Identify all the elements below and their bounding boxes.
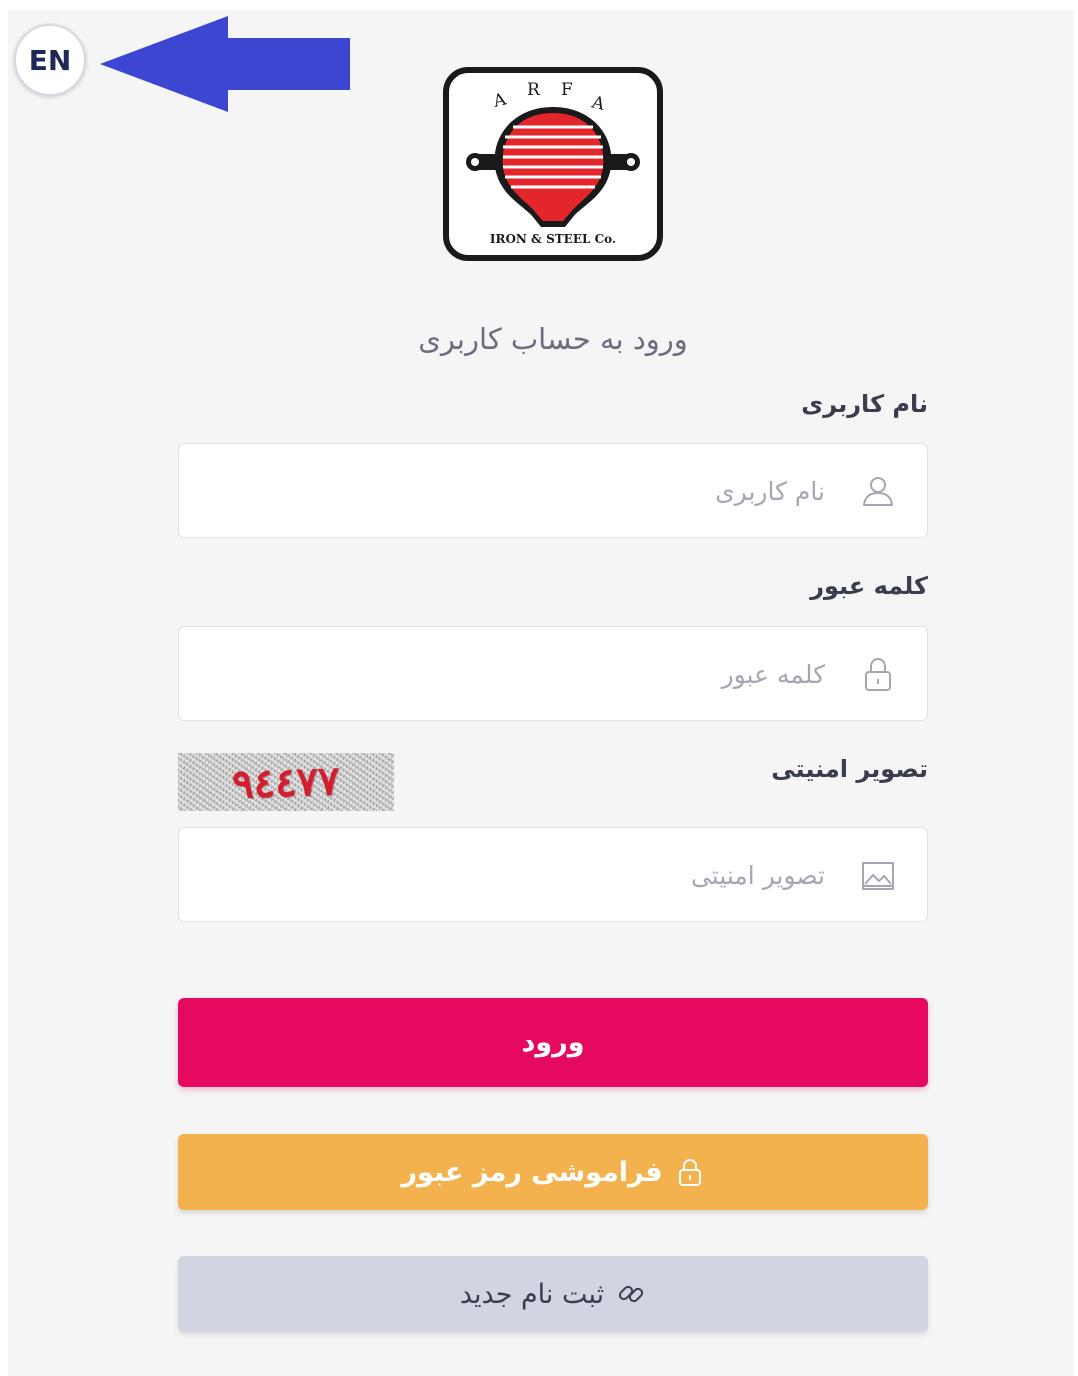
svg-text:IRON & STEEL Co.: IRON & STEEL Co. — [490, 232, 616, 246]
username-label: نام کاربری — [801, 390, 928, 418]
lock-icon — [678, 1158, 701, 1186]
password-label: کلمه عبور — [810, 572, 928, 600]
language-toggle-button[interactable]: EN — [14, 24, 86, 96]
arrow-left-icon — [100, 16, 350, 112]
username-field[interactable] — [178, 443, 928, 539]
register-button[interactable]: ثبت نام جدید — [178, 1256, 928, 1332]
page-title: ورود به حساب کاربری — [418, 322, 688, 356]
lock-icon — [865, 657, 891, 691]
link-icon — [619, 1285, 644, 1303]
login-button[interactable]: ورود — [178, 998, 928, 1087]
password-input[interactable] — [195, 627, 827, 722]
login-button-label: ورود — [521, 1027, 585, 1058]
register-label: ثبت نام جدید — [459, 1278, 605, 1310]
svg-text:R: R — [527, 80, 541, 100]
company-logo: A R F A IRON & STEEL Co. — [443, 67, 663, 261]
captcha-code: ۹٤٤۷۷ — [231, 756, 341, 808]
svg-text:F: F — [561, 80, 573, 100]
user-icon — [863, 476, 893, 506]
captcha-image: ۹٤٤۷۷ — [178, 753, 394, 811]
image-icon — [862, 861, 894, 890]
username-input[interactable] — [195, 444, 827, 539]
captcha-input[interactable] — [195, 828, 827, 923]
forgot-password-label: فراموشی رمز عبور — [401, 1156, 663, 1188]
password-field[interactable] — [178, 626, 928, 722]
captcha-field[interactable] — [178, 827, 928, 923]
captcha-label: تصویر امنیتی — [771, 755, 928, 783]
forgot-password-button[interactable]: فراموشی رمز عبور — [178, 1134, 928, 1210]
